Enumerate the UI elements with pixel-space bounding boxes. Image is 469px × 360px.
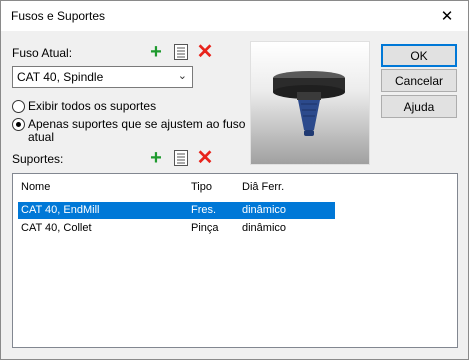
ok-button[interactable]: OK xyxy=(381,44,457,67)
row-name: CAT 40, Collet xyxy=(21,222,92,234)
window-title: Fusos e Suportes xyxy=(11,9,106,23)
table-row[interactable]: CAT 40, Collet Pinça dinâmico xyxy=(18,220,335,237)
close-icon[interactable]: ✕ xyxy=(432,3,462,29)
delete-holder-icon[interactable]: ✕ xyxy=(196,148,214,168)
column-header-diameter[interactable]: Diâ Ferr. xyxy=(242,181,284,193)
table-row[interactable]: CAT 40, EndMill Fres. dinâmico xyxy=(18,202,335,219)
current-spindle-label: Fuso Atual: xyxy=(12,46,73,60)
row-type: Pinça xyxy=(191,222,219,234)
spindle-select-value: CAT 40, Spindle xyxy=(17,70,104,84)
cancel-button[interactable]: Cancelar xyxy=(381,69,457,92)
edit-spindle-icon[interactable] xyxy=(172,43,190,61)
title-bar: Fusos e Suportes ✕ xyxy=(1,1,468,31)
add-spindle-icon[interactable]: + xyxy=(147,42,165,62)
edit-holder-icon[interactable] xyxy=(172,149,190,167)
holders-label: Suportes: xyxy=(12,152,64,166)
help-button[interactable]: Ajuda xyxy=(381,95,457,118)
column-header-type[interactable]: Tipo xyxy=(191,181,212,193)
delete-spindle-icon[interactable]: ✕ xyxy=(196,42,214,62)
radio-fit-only-label-line1: Apenas suportes que se ajustem ao fuso xyxy=(28,117,246,131)
radio-fit-only-label-line2: atual xyxy=(28,130,55,144)
row-diameter: dinâmico xyxy=(242,204,287,216)
column-header-name[interactable]: Nome xyxy=(21,181,50,193)
holders-list[interactable]: Nome Tipo Diâ Ferr. CAT 40, EndMill Fres… xyxy=(12,173,458,348)
row-diameter: dinâmico xyxy=(242,222,287,234)
spindle-holder-icon xyxy=(273,71,345,136)
form-icon xyxy=(174,44,188,60)
spindle-preview-image xyxy=(250,41,370,165)
radio-show-all[interactable] xyxy=(12,100,25,113)
chevron-down-icon: ⌄ xyxy=(177,70,187,82)
spindle-select[interactable]: CAT 40, Spindle ⌄ xyxy=(12,66,193,88)
add-holder-icon[interactable]: + xyxy=(147,148,165,168)
radio-fit-only[interactable] xyxy=(12,118,25,131)
radio-show-all-label: Exibir todos os suportes xyxy=(28,99,157,113)
dialog-window: Fusos e Suportes ✕ Fuso Atual: + ✕ CAT 4… xyxy=(0,0,469,360)
row-type: Fres. xyxy=(191,204,217,216)
row-name: CAT 40, EndMill xyxy=(21,204,100,216)
form-icon xyxy=(174,150,188,166)
